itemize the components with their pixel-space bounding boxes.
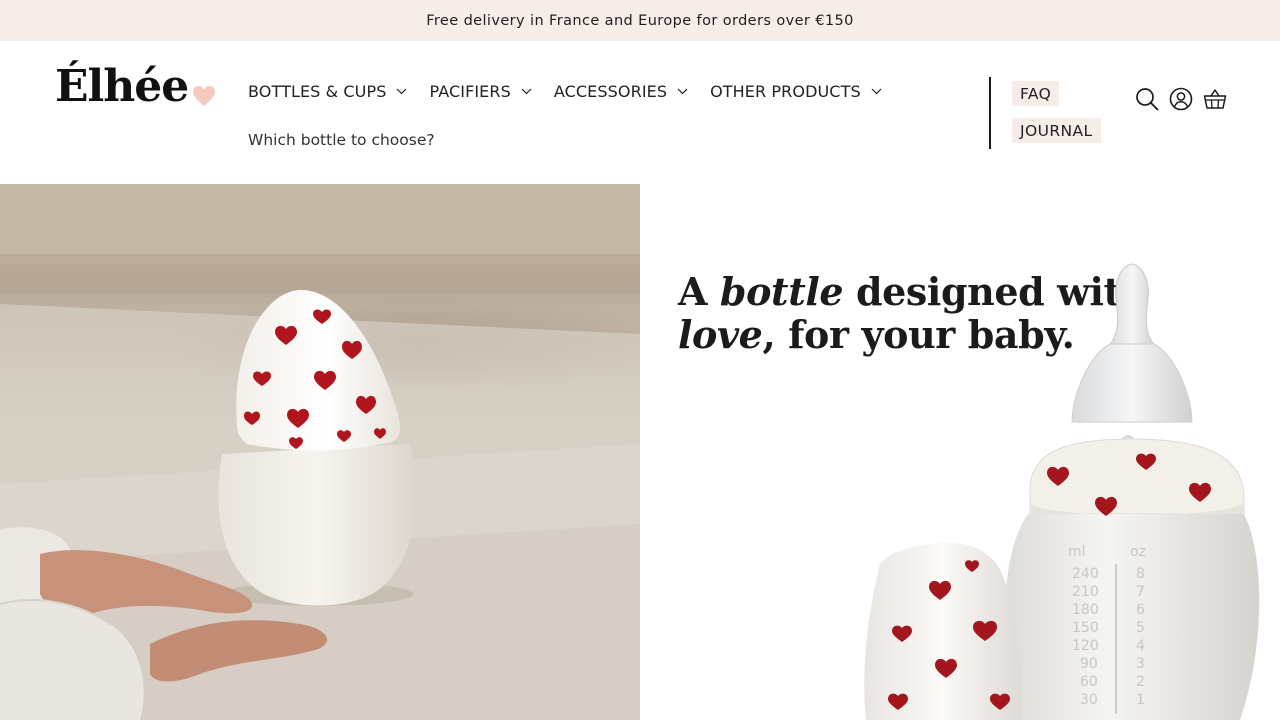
hero-banner: A bottle designed with love, for your bab…: [0, 184, 1280, 720]
svg-text:30: 30: [1080, 692, 1098, 708]
site-header: Élhée BOTTLES & CUPS PACIFIERS ACCESSORI…: [0, 41, 1280, 184]
nav-item-accessories[interactable]: ACCESSORIES: [554, 82, 688, 101]
search-icon[interactable]: [1135, 87, 1159, 111]
svg-text:150: 150: [1072, 620, 1099, 636]
chevron-down-icon: [677, 88, 688, 95]
header-divider: [989, 77, 991, 149]
lifestyle-photo: [0, 184, 640, 720]
logo-text: Élhée: [55, 61, 189, 112]
nav-item-label: PACIFIERS: [429, 82, 511, 101]
svg-text:8: 8: [1136, 566, 1145, 582]
faq-link[interactable]: FAQ: [1012, 81, 1060, 106]
svg-text:120: 120: [1072, 638, 1099, 654]
chevron-down-icon: [521, 88, 532, 95]
nav-item-label: OTHER PRODUCTS: [710, 82, 861, 101]
nav-item-bottles-cups[interactable]: BOTTLES & CUPS: [248, 82, 407, 101]
svg-text:240: 240: [1072, 566, 1099, 582]
heart-icon: [193, 86, 216, 106]
hero-product-panel: A bottle designed with love, for your bab…: [640, 184, 1280, 720]
announcement-bar: Free delivery in France and Europe for o…: [0, 0, 1280, 41]
svg-text:180: 180: [1072, 602, 1099, 618]
nav-item-label: BOTTLES & CUPS: [248, 82, 387, 101]
hero-lifestyle-image: [0, 184, 640, 720]
svg-text:ml: ml: [1068, 544, 1086, 560]
logo[interactable]: Élhée: [55, 59, 216, 109]
header-icons: [1135, 87, 1227, 111]
svg-text:2: 2: [1136, 674, 1145, 690]
main-nav: BOTTLES & CUPS PACIFIERS ACCESSORIES OTH…: [248, 82, 904, 101]
svg-text:60: 60: [1080, 674, 1098, 690]
nav-item-label: ACCESSORIES: [553, 82, 668, 101]
product-bottle-image: ml oz 240 8 210 7 180 6 150 5 120 4 90 3 60 2 30…: [864, 263, 1260, 720]
svg-text:5: 5: [1136, 620, 1145, 636]
chevron-down-icon: [871, 88, 882, 95]
announcement-text: Free delivery in France and Europe for o…: [426, 12, 854, 29]
svg-text:4: 4: [1136, 638, 1145, 654]
journal-link[interactable]: JOURNAL: [1012, 118, 1101, 143]
svg-text:6: 6: [1136, 602, 1145, 618]
chevron-down-icon: [397, 88, 407, 95]
nav-link-which-bottle[interactable]: Which bottle to choose?: [248, 131, 435, 149]
account-icon[interactable]: [1169, 87, 1193, 111]
nav-item-other-products[interactable]: OTHER PRODUCTS: [710, 82, 882, 101]
side-links: FAQ JOURNAL: [1012, 81, 1101, 143]
basket-icon[interactable]: [1203, 87, 1227, 111]
svg-text:oz: oz: [1130, 544, 1146, 560]
nav-item-pacifiers[interactable]: PACIFIERS: [429, 82, 532, 101]
svg-text:210: 210: [1072, 584, 1099, 600]
svg-text:7: 7: [1136, 584, 1145, 600]
svg-text:3: 3: [1136, 656, 1145, 672]
svg-text:1: 1: [1136, 692, 1145, 708]
svg-text:90: 90: [1080, 656, 1098, 672]
